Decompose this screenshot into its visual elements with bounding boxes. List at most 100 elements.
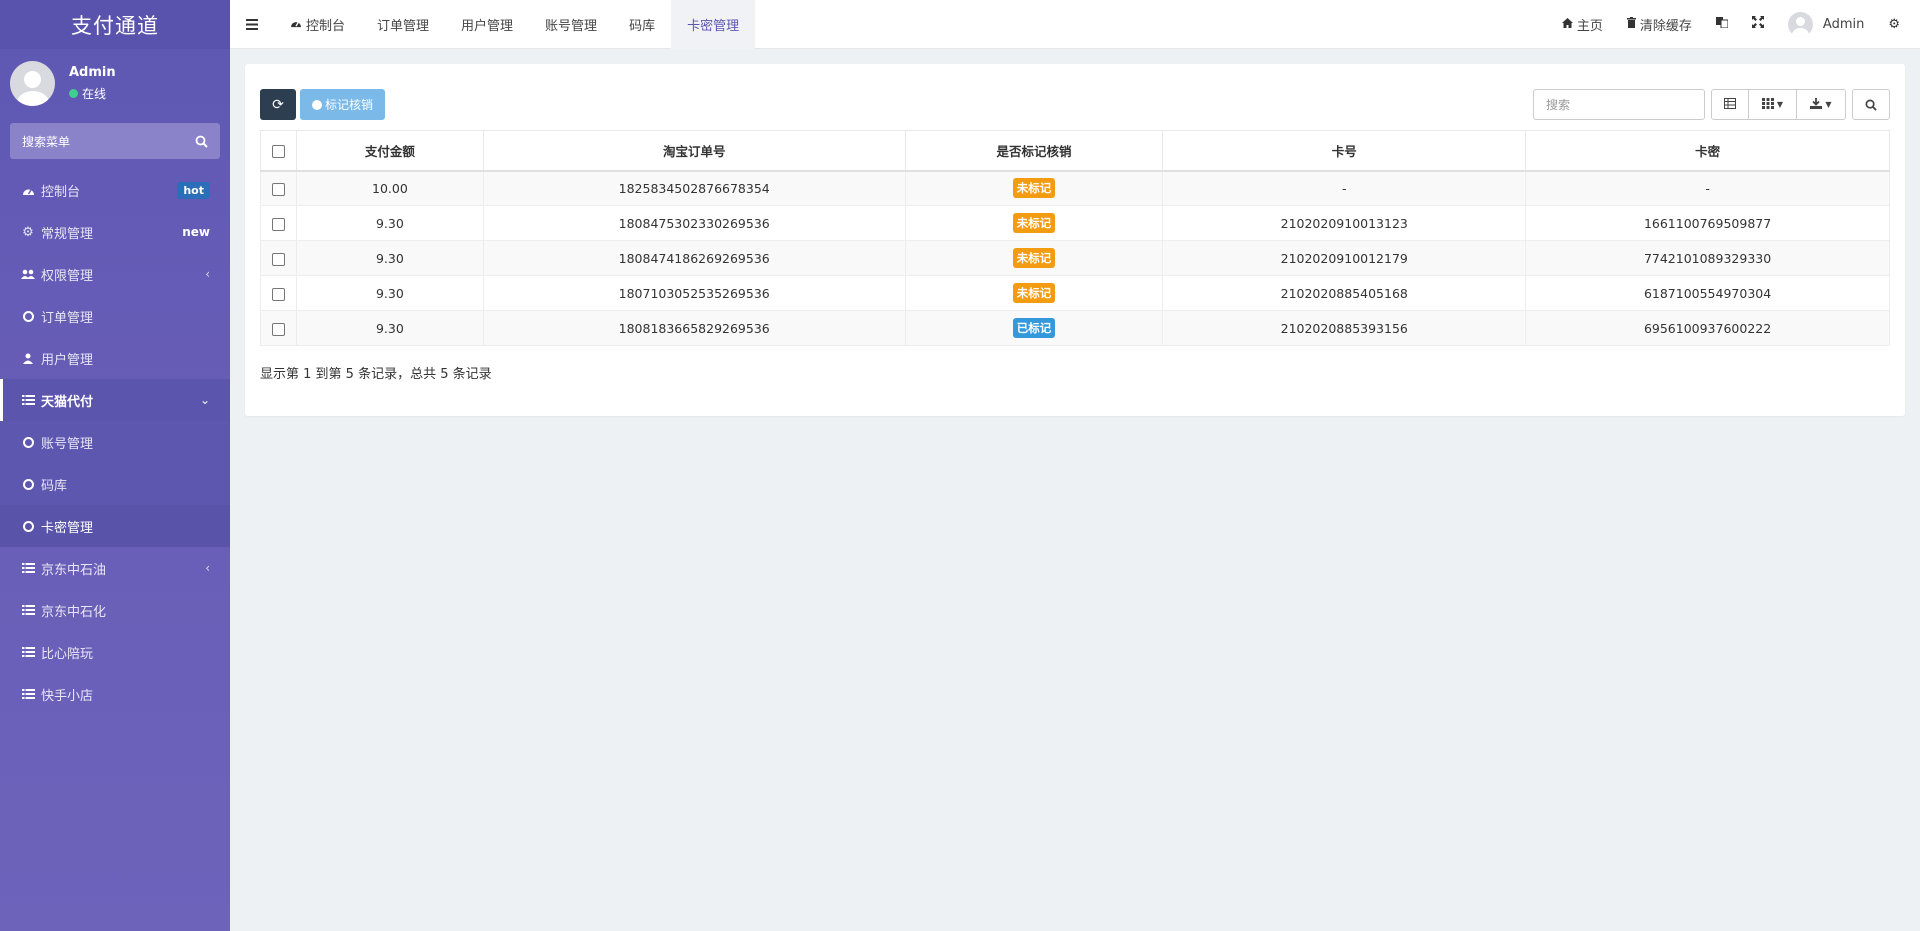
amount-cell: 9.30 bbox=[295, 310, 484, 346]
search-icon[interactable] bbox=[195, 135, 208, 148]
language-button[interactable] bbox=[1704, 0, 1740, 49]
sidebar-item-cardkeys[interactable]: 卡密管理 bbox=[0, 505, 230, 547]
export-button[interactable]: ▼ bbox=[1797, 90, 1845, 119]
card-number-cell: 2102020885393156 bbox=[1162, 310, 1527, 346]
dashboard-icon bbox=[290, 17, 302, 31]
column-header-taobao-order[interactable]: 淘宝订单号 bbox=[482, 130, 906, 172]
sidebar-item-codebase[interactable]: 码库 bbox=[0, 463, 230, 505]
user-menu[interactable]: Admin bbox=[1776, 0, 1876, 49]
card-number-cell: 2102020885405168 bbox=[1162, 275, 1527, 311]
amount-cell: 9.30 bbox=[295, 240, 484, 276]
brand-logo[interactable]: 支付通道 bbox=[0, 0, 230, 49]
columns-button[interactable]: ▼ bbox=[1749, 90, 1797, 119]
sidebar-item-accounts[interactable]: 账号管理 bbox=[0, 421, 230, 463]
dashboard-icon bbox=[20, 185, 36, 196]
sidebar-item-bixin[interactable]: 比心陪玩 bbox=[0, 631, 230, 673]
order-cell: 1808183665829269536 bbox=[482, 310, 906, 346]
column-header-amount[interactable]: 支付金额 bbox=[295, 130, 484, 172]
translate-icon[interactable] bbox=[1715, 16, 1729, 32]
table-row[interactable]: 9.30 1808474186269269536 未标记 21020209100… bbox=[260, 240, 1890, 276]
settings-button[interactable]: ⚙ bbox=[1876, 0, 1912, 49]
order-cell: 1807103052535269536 bbox=[482, 275, 906, 311]
fullscreen-button[interactable] bbox=[1740, 0, 1776, 49]
order-cell: 1825834502876678354 bbox=[482, 170, 906, 206]
caret-down-icon: ▼ bbox=[1776, 100, 1784, 109]
hot-badge: hot bbox=[177, 181, 210, 199]
column-header-card-number[interactable]: 卡号 bbox=[1162, 130, 1527, 172]
refresh-icon: ⟳ bbox=[272, 96, 284, 113]
sidebar-item-jd-petrochina[interactable]: 京东中石油 ‹ bbox=[0, 547, 230, 589]
sidebar-item-orders[interactable]: 订单管理 bbox=[0, 295, 230, 337]
select-all-checkbox[interactable] bbox=[271, 144, 285, 158]
tab-codebase[interactable]: 码库 bbox=[613, 0, 671, 49]
table-row[interactable]: 9.30 1807103052535269536 未标记 21020208854… bbox=[260, 275, 1890, 311]
status-badge: 未标记 bbox=[1012, 283, 1056, 303]
menu-icon[interactable] bbox=[246, 18, 258, 30]
cogs-icon: ⚙ bbox=[22, 224, 34, 240]
search-icon bbox=[1865, 99, 1877, 111]
clear-cache-button[interactable]: 清除缓存 bbox=[1615, 0, 1704, 49]
table-row[interactable]: 9.30 1808183665829269536 已标记 21020208853… bbox=[260, 310, 1890, 346]
chevron-left-icon: ‹ bbox=[205, 267, 210, 281]
caret-down-icon: ▼ bbox=[1825, 100, 1832, 109]
amount-cell: 9.30 bbox=[295, 275, 484, 311]
status-badge: 未标记 bbox=[1012, 248, 1056, 268]
row-checkbox[interactable] bbox=[271, 217, 285, 231]
sidebar-item-permissions[interactable]: 权限管理 ‹ bbox=[0, 253, 230, 295]
order-cell: 1808475302330269536 bbox=[482, 205, 906, 241]
card-secret-cell: 7742101089329330 bbox=[1525, 240, 1890, 276]
column-header-card-secret[interactable]: 卡密 bbox=[1525, 130, 1890, 172]
card-secret-cell: 6956100937600222 bbox=[1525, 310, 1890, 346]
list-icon bbox=[20, 563, 36, 573]
download-icon bbox=[1810, 97, 1823, 112]
list-icon bbox=[20, 605, 36, 615]
circle-icon bbox=[20, 310, 36, 322]
user-icon bbox=[20, 353, 36, 364]
sidebar-item-kuaishou[interactable]: 快手小店 bbox=[0, 673, 230, 715]
sidebar-item-users[interactable]: 用户管理 bbox=[0, 337, 230, 379]
tab-orders[interactable]: 订单管理 bbox=[361, 0, 445, 49]
sidebar-toggle-button[interactable] bbox=[230, 0, 274, 49]
order-cell: 1808474186269269536 bbox=[482, 240, 906, 276]
sidebar-item-jd-sinopec[interactable]: 京东中石化 bbox=[0, 589, 230, 631]
user-panel: Admin 在线 bbox=[0, 49, 230, 117]
sidebar-item-tmall[interactable]: 天猫代付 ⌄ bbox=[0, 379, 230, 421]
refresh-button[interactable]: ⟳ bbox=[260, 89, 296, 120]
new-badge: new bbox=[182, 225, 210, 239]
sidebar-item-general[interactable]: ⚙ 常规管理 new bbox=[0, 211, 230, 253]
cardkey-table: 支付金额 淘宝订单号 是否标记核销 卡号 卡密 10.00 1825834502… bbox=[260, 130, 1890, 346]
mark-verified-button[interactable]: 标记核销 bbox=[300, 89, 386, 120]
toggle-view-button[interactable] bbox=[1712, 90, 1749, 119]
status-badge: 未标记 bbox=[1012, 178, 1056, 199]
tab-cardkeys[interactable]: 卡密管理 bbox=[671, 0, 756, 49]
online-dot-icon bbox=[69, 88, 78, 98]
tab-bar: 控制台 订单管理 用户管理 账号管理 码库 卡密管理 bbox=[274, 0, 756, 49]
avatar bbox=[1787, 11, 1813, 37]
row-checkbox[interactable] bbox=[271, 252, 285, 266]
card-number-cell: - bbox=[1162, 170, 1527, 206]
table-row[interactable]: 10.00 1825834502876678354 未标记 - - bbox=[260, 170, 1890, 206]
tab-users[interactable]: 用户管理 bbox=[445, 0, 529, 49]
column-header-marked[interactable]: 是否标记核销 bbox=[904, 130, 1164, 172]
circle-icon bbox=[312, 99, 322, 110]
row-checkbox[interactable] bbox=[271, 322, 285, 336]
sidebar-item-dashboard[interactable]: 控制台 hot bbox=[0, 169, 230, 211]
sidebar-search-placeholder[interactable]: 搜索菜单 bbox=[22, 133, 195, 150]
row-checkbox[interactable] bbox=[271, 287, 285, 301]
home-link[interactable]: 主页 bbox=[1550, 0, 1615, 49]
expand-icon[interactable] bbox=[1751, 16, 1764, 32]
amount-cell: 10.00 bbox=[295, 170, 484, 206]
home-icon bbox=[1561, 17, 1573, 31]
sidebar-search[interactable]: 搜索菜单 bbox=[10, 123, 220, 159]
row-checkbox[interactable] bbox=[271, 182, 285, 196]
tab-accounts[interactable]: 账号管理 bbox=[529, 0, 613, 49]
advanced-search-button[interactable] bbox=[1852, 89, 1890, 120]
tab-dashboard[interactable]: 控制台 bbox=[274, 0, 361, 49]
user-status: 在线 bbox=[69, 85, 116, 102]
card-secret-cell: 1661100769509877 bbox=[1525, 205, 1890, 241]
table-row[interactable]: 9.30 1808475302330269536 未标记 21020209100… bbox=[260, 205, 1890, 241]
gear-icon[interactable]: ⚙ bbox=[1888, 17, 1900, 32]
sidebar: 支付通道 Admin 在线 搜索菜单 控制台 hot ⚙ 常规管理 new 权限… bbox=[0, 0, 230, 931]
list-icon bbox=[20, 689, 36, 699]
table-search-input[interactable]: 搜索 bbox=[1533, 89, 1705, 120]
